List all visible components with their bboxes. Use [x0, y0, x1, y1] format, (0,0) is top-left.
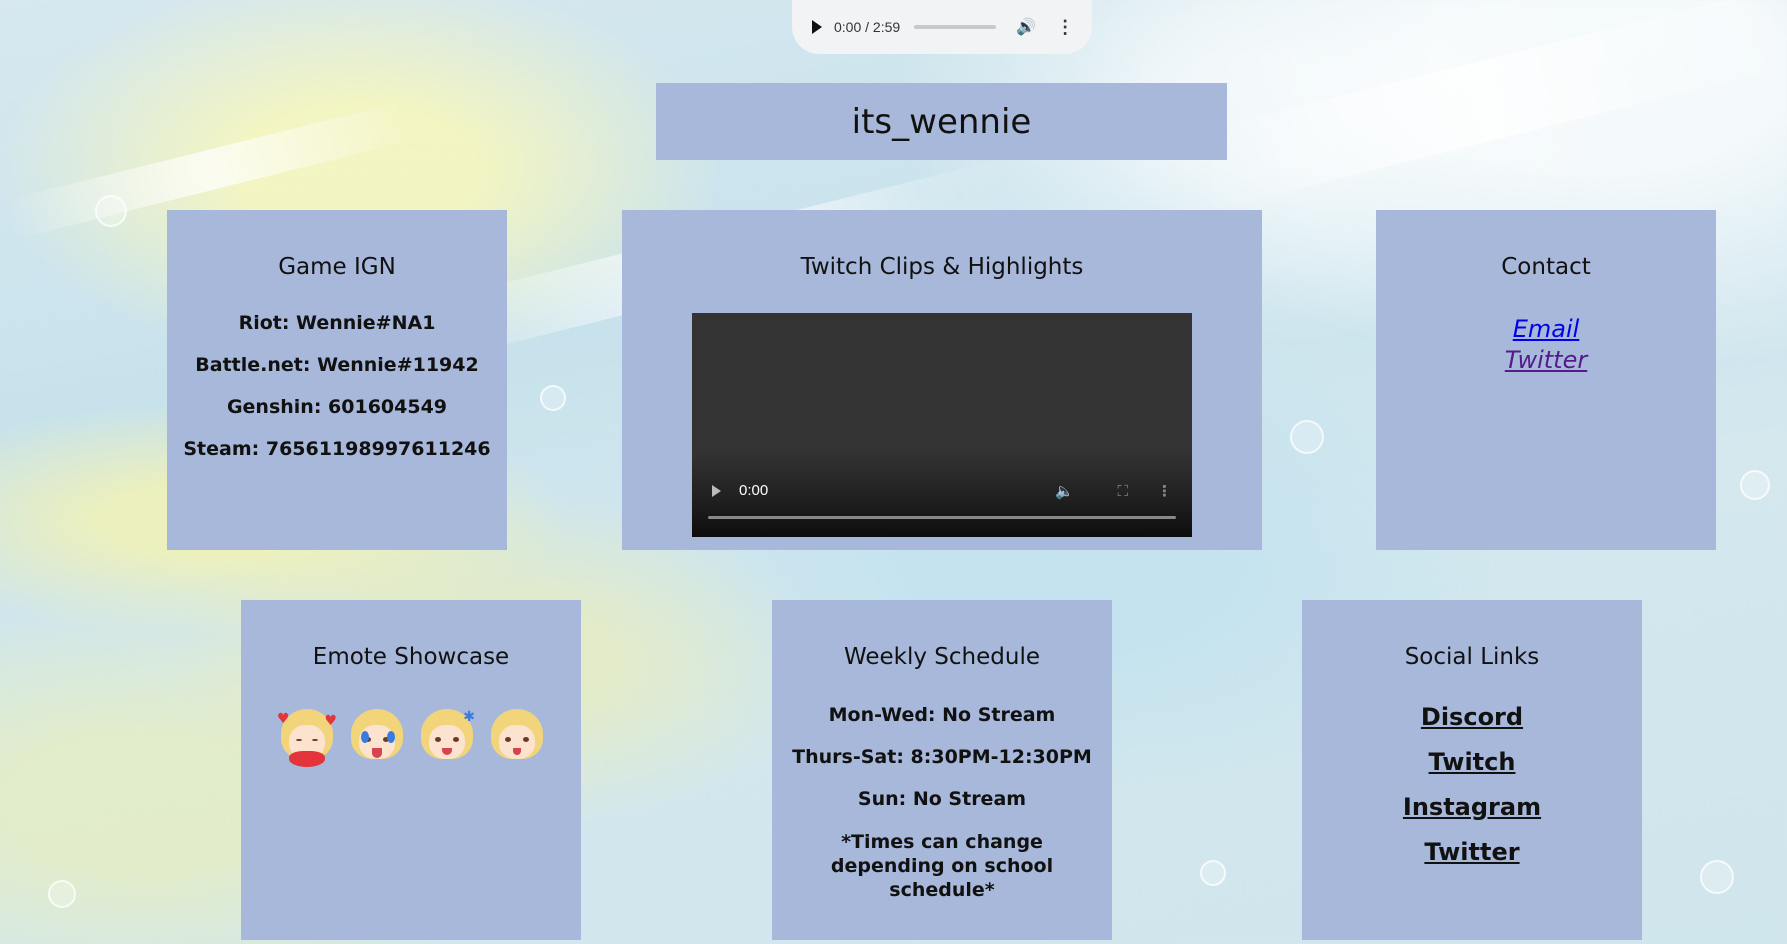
- game-ign-card: Game IGN Riot: Wennie#NA1 Battle.net: We…: [167, 210, 507, 550]
- social-links-list: Discord Twitch Instagram Twitter: [1302, 703, 1642, 883]
- video-time: 0:00: [739, 482, 769, 499]
- contact-card: Contact Email Twitter: [1376, 210, 1716, 550]
- contact-heading: Contact: [1501, 254, 1591, 280]
- emote-shocked-image: [487, 707, 547, 767]
- emote-showcase-card: Emote Showcase ♥ ♥ ✱: [241, 600, 581, 940]
- contact-links: Email Twitter: [1376, 314, 1716, 376]
- email-link[interactable]: Email: [1376, 314, 1716, 345]
- volume-icon[interactable]: 🔈: [1055, 482, 1074, 500]
- background-bokeh: [1700, 860, 1734, 894]
- schedule-thurs-sat: Thurs-Sat: 8:30PM-12:30PM: [792, 746, 1092, 768]
- background-bokeh: [95, 195, 127, 227]
- instagram-link[interactable]: Instagram: [1302, 793, 1642, 821]
- schedule-mon-wed: Mon-Wed: No Stream: [828, 704, 1056, 726]
- contact-twitter-link[interactable]: Twitter: [1376, 345, 1716, 376]
- video-seek-bar[interactable]: [708, 516, 1176, 519]
- schedule-note: *Times can change depending on school sc…: [830, 831, 1054, 901]
- game-ign-heading: Game IGN: [278, 254, 396, 280]
- schedule-sun: Sun: No Stream: [857, 788, 1027, 810]
- background-light-streak: [1179, 0, 1787, 214]
- page-title: its_wennie: [656, 83, 1227, 160]
- twitter-link[interactable]: Twitter: [1302, 838, 1642, 866]
- emote-crying-image: [347, 707, 407, 767]
- volume-icon[interactable]: 🔊: [1016, 17, 1036, 37]
- emote-heart-image: ♥ ♥: [277, 707, 337, 767]
- social-links-card: Social Links Discord Twitch Instagram Tw…: [1302, 600, 1642, 940]
- emote-showcase-heading: Emote Showcase: [312, 644, 510, 670]
- audio-time: 0:00 / 2:59: [834, 19, 901, 35]
- background-bokeh: [48, 880, 76, 908]
- ign-steam: Steam: 76561198997611246: [183, 438, 491, 460]
- emote-angry-image: ✱: [417, 707, 477, 767]
- more-options-icon[interactable]: ⋮: [1157, 482, 1172, 500]
- page-title-text: its_wennie: [851, 101, 1032, 142]
- ign-battlenet: Battle.net: Wennie#11942: [195, 354, 479, 376]
- fullscreen-icon[interactable]: ⛶: [1117, 482, 1128, 500]
- audio-player[interactable]: 0:00 / 2:59 🔊 ⋮: [792, 0, 1092, 54]
- twitch-link[interactable]: Twitch: [1302, 748, 1642, 776]
- background-bokeh: [1740, 470, 1770, 500]
- play-icon[interactable]: [712, 485, 721, 497]
- weekly-schedule-heading: Weekly Schedule: [843, 644, 1041, 670]
- social-links-heading: Social Links: [1404, 644, 1540, 670]
- ign-riot: Riot: Wennie#NA1: [238, 312, 436, 334]
- schedule-list: Mon-Wed: No Stream Thurs-Sat: 8:30PM-12:…: [772, 704, 1112, 902]
- audio-seek-bar[interactable]: [914, 25, 997, 29]
- clip-video-player[interactable]: 0:00 🔈 ⛶ ⋮: [692, 313, 1192, 537]
- weekly-schedule-card: Weekly Schedule Mon-Wed: No Stream Thurs…: [772, 600, 1112, 940]
- discord-link[interactable]: Discord: [1302, 703, 1642, 731]
- emote-row: ♥ ♥ ✱: [277, 707, 547, 767]
- play-icon[interactable]: [812, 20, 822, 34]
- background-bokeh: [540, 385, 566, 411]
- more-options-icon[interactable]: ⋮: [1056, 18, 1074, 36]
- background-bokeh: [1290, 420, 1324, 454]
- twitch-clips-heading: Twitch Clips & Highlights: [800, 254, 1084, 280]
- background-bokeh: [1200, 860, 1226, 886]
- twitch-clips-card: Twitch Clips & Highlights 0:00 🔈 ⛶ ⋮: [622, 210, 1262, 550]
- ign-genshin: Genshin: 601604549: [226, 396, 448, 418]
- game-ign-list: Riot: Wennie#NA1 Battle.net: Wennie#1194…: [167, 312, 507, 460]
